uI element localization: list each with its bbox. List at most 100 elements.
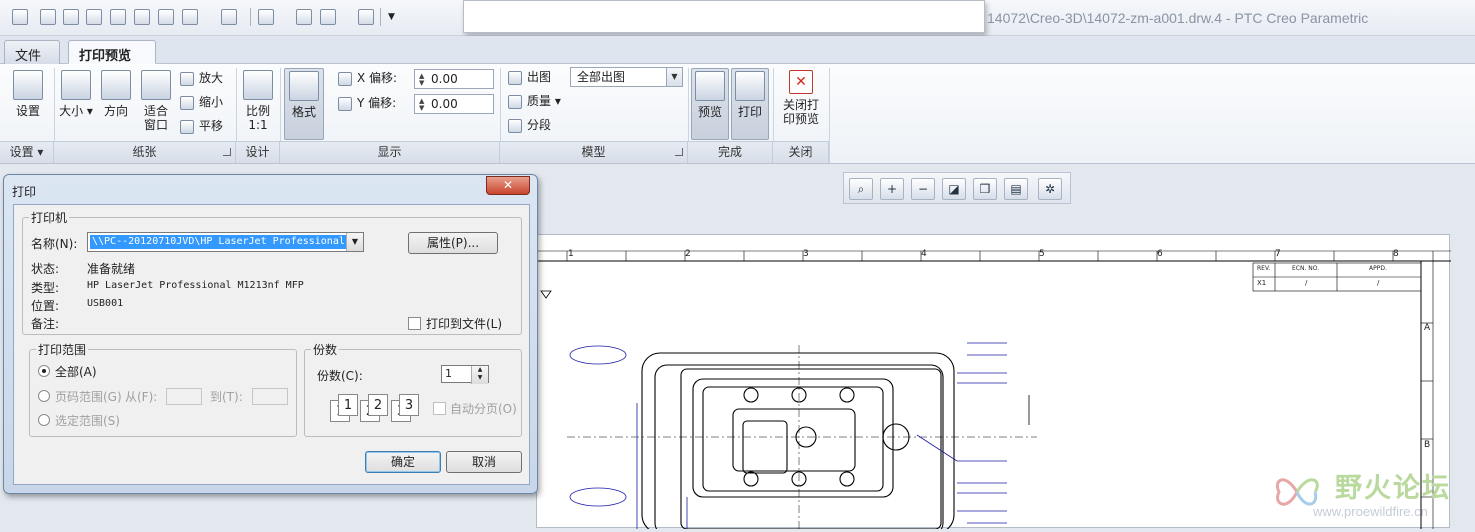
range-selection-label: 选定范围(S) [55, 414, 120, 428]
print-setup-icon[interactable] [110, 9, 126, 25]
ecn-value: / [1305, 279, 1308, 287]
spinner-arrows-icon[interactable]: ▲ ▼ [419, 97, 427, 112]
group-label-display: 显示 [280, 141, 500, 163]
orientation-icon [101, 70, 131, 100]
refit-icon[interactable]: ⌕ [849, 178, 873, 200]
border-number: 1 [568, 249, 574, 259]
zoom-out-icon[interactable]: − [911, 178, 935, 200]
close-preview-button[interactable]: ✕ 关闭打 印预览 [777, 68, 825, 126]
border-number: 4 [921, 249, 927, 259]
sheets-icon[interactable]: ▤ [1004, 178, 1028, 200]
spinner-arrows-icon[interactable]: ▲ ▼ [419, 72, 427, 87]
window-title: 14072\Creo-3D\14072-zm-a001.drw.4 - PTC … [987, 10, 1369, 26]
segment-button[interactable]: 分段 [508, 115, 551, 135]
fit-window-button[interactable]: 适合 窗口 [138, 68, 174, 132]
type-value: HP LaserJet Professional M1213nf MFP [87, 280, 304, 291]
zoom-in-button[interactable]: 放大 [180, 68, 223, 88]
app-icon[interactable] [12, 9, 28, 25]
print-to-file-checkbox[interactable] [408, 317, 421, 330]
collate-page-icon: 1 [338, 394, 358, 416]
tab-print-preview[interactable]: 打印预览 [68, 40, 156, 64]
forum-watermark: 野火论坛 www.proewildfire.cn [1265, 462, 1475, 528]
watermark-url: www.proewildfire.cn [1313, 504, 1428, 519]
setup-button[interactable]: 设置 [8, 68, 48, 118]
output-mode-select[interactable]: 全部出图 ▼ [570, 67, 683, 87]
printer-group-legend: 打印机 [29, 209, 70, 226]
type-label: 类型: [31, 281, 60, 295]
dialog-launcher-icon[interactable] [223, 148, 231, 156]
collate-page-icon: 3 [399, 394, 419, 416]
print-button[interactable]: 打印 [731, 68, 769, 140]
output-button[interactable]: 出图 [508, 67, 551, 87]
display-style-icon[interactable]: ❒ [973, 178, 997, 200]
close-window-icon[interactable] [358, 9, 374, 25]
comment-label: 备注: [31, 317, 60, 331]
from-label: 从(F): [125, 390, 158, 404]
border-number: 3 [803, 249, 809, 259]
close-icon: ✕ [789, 70, 813, 94]
copies-input[interactable]: 1 ▲ ▼ [441, 365, 489, 384]
group-label-model: 模型 [500, 141, 688, 163]
orientation-button[interactable]: 方向 [98, 68, 134, 118]
cancel-button[interactable]: 取消 [446, 451, 522, 473]
y-offset-input[interactable]: ▲ ▼ 0.00 [414, 94, 494, 114]
from-page-input[interactable] [166, 388, 202, 405]
save-icon[interactable] [158, 9, 174, 25]
quality-button[interactable]: 质量 ▾ [508, 91, 561, 111]
print-label: 打印 [737, 105, 762, 119]
range-pages-radio[interactable] [38, 390, 50, 402]
datum-display-icon[interactable]: ✲ [1038, 178, 1062, 200]
new-file-icon[interactable] [40, 9, 56, 25]
ok-button[interactable]: 确定 [365, 451, 441, 473]
preview-button[interactable]: 预览 [691, 68, 729, 140]
appd-value: / [1377, 279, 1380, 287]
x-offset-input[interactable]: ▲ ▼ 0.00 [414, 69, 494, 89]
repaint-icon[interactable]: ◪ [942, 178, 966, 200]
format-button[interactable]: 格式 [284, 68, 324, 140]
to-page-input[interactable] [252, 388, 288, 405]
zoom-out-button[interactable]: 缩小 [180, 92, 223, 112]
range-all-radio[interactable] [38, 365, 50, 377]
status-value: 准备就绪 [87, 262, 136, 276]
scale-label-2: 1:1 [248, 118, 268, 132]
regenerate-icon[interactable] [296, 9, 312, 25]
quick-print-icon[interactable] [86, 9, 102, 25]
close-preview-label-1: 关闭打 [782, 98, 819, 112]
quality-icon [508, 94, 522, 109]
printer-name-select[interactable]: \\PC--20120710JVD\HP LaserJet Profession… [87, 232, 364, 252]
dialog-close-button[interactable]: ✕ [486, 176, 530, 195]
undo-icon[interactable] [182, 9, 198, 25]
customize-toolbar-icon[interactable]: ▼ [388, 9, 404, 25]
fit-window-icon [141, 70, 171, 100]
size-button[interactable]: 大小 ▾ [58, 68, 94, 118]
window-select-icon[interactable] [258, 9, 274, 25]
x-offset-label: X 偏移: [357, 71, 398, 85]
dialog-body: 打印机 名称(N): \\PC--20120710JVD\HP LaserJet… [13, 204, 530, 485]
print-icon[interactable] [63, 9, 79, 25]
collate-checkbox[interactable] [433, 402, 446, 415]
printer-group: 打印机 名称(N): \\PC--20120710JVD\HP LaserJet… [22, 209, 522, 335]
pan-button[interactable]: 平移 [180, 116, 223, 136]
scale-button[interactable]: 比例 1:1 [240, 68, 276, 132]
properties-button[interactable]: 属性(P)... [408, 232, 498, 254]
toolbar-separator [380, 8, 381, 26]
tab-file[interactable]: 文件 ▾ [4, 40, 60, 79]
chevron-down-icon: ▼ [666, 68, 682, 86]
copies-value: 1 [445, 367, 452, 380]
open-folder-icon[interactable] [134, 9, 150, 25]
spinner-arrows-icon[interactable]: ▲ ▼ [471, 366, 488, 384]
copies-legend: 份数 [311, 341, 340, 358]
windows-icon[interactable] [320, 9, 336, 25]
print-dialog: 打印 ✕ 打印机 名称(N): \\PC--20120710JVD\HP Las… [3, 174, 538, 494]
range-selection-radio[interactable] [38, 414, 50, 426]
rev-header: REV. [1257, 265, 1271, 272]
y-offset-value: 0.00 [431, 97, 458, 111]
setup-icon [13, 70, 43, 100]
group-design-text: 设计 [245, 145, 270, 159]
format-icon [289, 71, 319, 101]
toolbar-separator [250, 8, 251, 26]
redo-icon[interactable] [221, 9, 237, 25]
dialog-launcher-icon[interactable] [675, 148, 683, 156]
tab-file-label: 文件 [15, 49, 42, 64]
zoom-in-icon[interactable]: + [880, 178, 904, 200]
